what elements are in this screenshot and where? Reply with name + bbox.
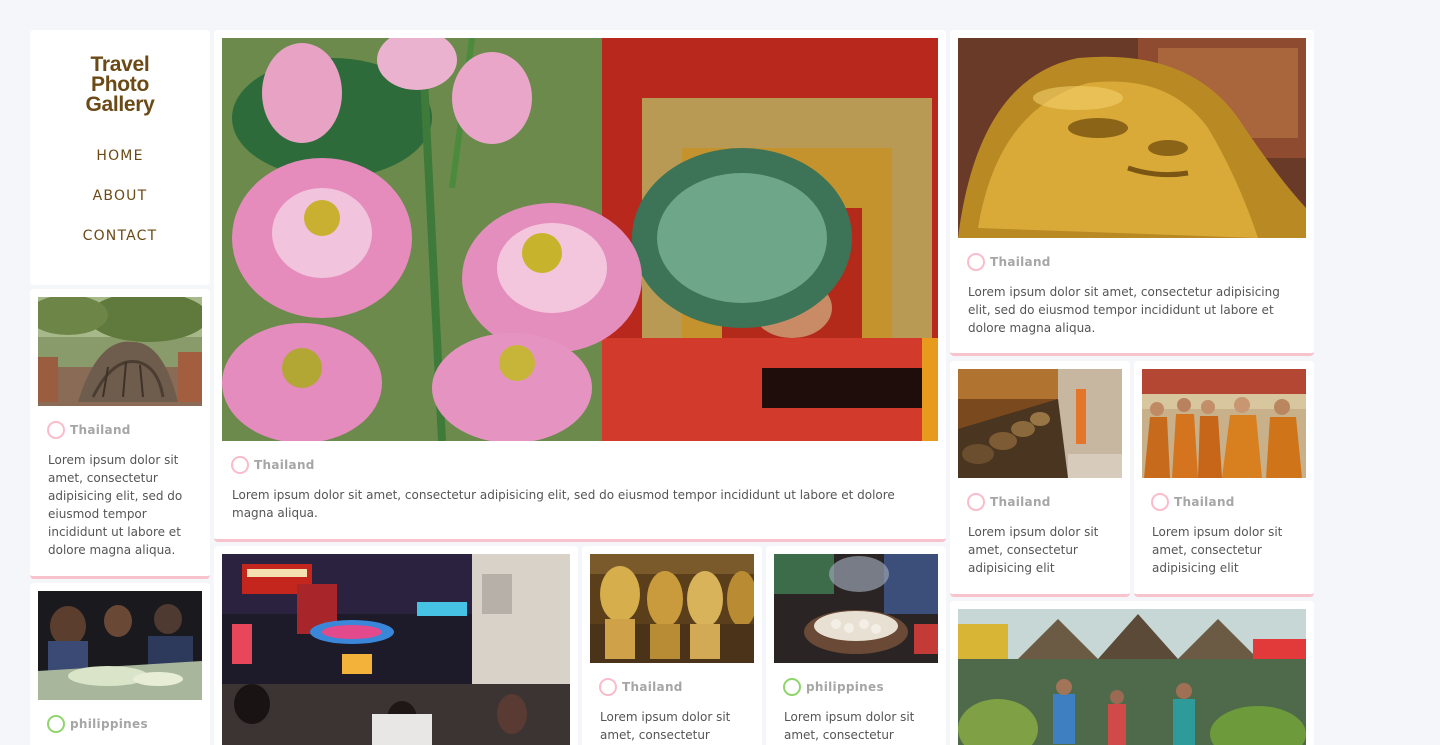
photo-monks[interactable] [1142,369,1306,478]
card-description: Lorem ipsum dolor sit amet, consectetur [600,710,731,742]
lotus-feature-image [222,38,938,441]
location-label: Thailand [70,423,131,437]
location-tag[interactable]: Thailand [967,493,1051,511]
photo-golden-statues[interactable] [590,554,754,663]
photo-night-street[interactable] [222,554,570,745]
photo-market[interactable] [958,609,1306,745]
photo-card-alms-bowls[interactable]: Thailand Lorem ipsum dolor sit amet, con… [950,361,1130,597]
location-tag[interactable]: philippines [47,715,148,733]
site-title[interactable]: Travel Photo Gallery [30,54,210,115]
location-ring-icon [231,456,249,474]
location-label: Thailand [990,255,1051,269]
photo-card-feast[interactable]: philippines [30,583,210,745]
tree-buddha-image [38,297,202,406]
photo-card-market[interactable] [950,601,1314,745]
photo-tree-buddha[interactable] [38,297,202,406]
location-ring-icon [783,678,801,696]
card-description: Lorem ipsum dolor sit amet, consectetur [784,710,915,742]
alms-bowls-image [958,369,1122,478]
photo-card-night-street[interactable] [214,546,578,745]
nav-home[interactable]: HOME [30,148,210,164]
golden-statues-image [590,554,754,663]
location-ring-icon [599,678,617,696]
location-label: Thailand [622,680,683,694]
location-ring-icon [1151,493,1169,511]
sidebar-nav-card: Travel Photo Gallery HOME ABOUT CONTACT [30,30,210,285]
night-street-image [222,554,570,745]
location-label: Thailand [1174,495,1235,509]
photo-alms-bowls[interactable] [958,369,1122,478]
photo-reclining-buddha[interactable] [958,38,1306,238]
location-ring-icon [47,715,65,733]
location-label: philippines [806,680,884,694]
location-tag[interactable]: Thailand [231,456,315,474]
photo-lotus-feature[interactable] [222,38,938,441]
location-ring-icon [47,421,65,439]
monks-image [1142,369,1306,478]
photo-card-tree-buddha[interactable]: Thailand Lorem ipsum dolor sit amet, con… [30,289,210,579]
photo-card-reclining-buddha[interactable]: Thailand Lorem ipsum dolor sit amet, con… [950,30,1314,356]
nav-contact[interactable]: CONTACT [30,228,210,244]
location-tag[interactable]: Thailand [1151,493,1235,511]
street-food-image [774,554,938,663]
photo-card-street-food[interactable]: philippines Lorem ipsum dolor sit amet, … [766,546,946,745]
location-tag[interactable]: Thailand [599,678,683,696]
location-tag[interactable]: Thailand [47,421,131,439]
photo-street-food[interactable] [774,554,938,663]
card-description: Lorem ipsum dolor sit amet, consectetur … [1152,525,1283,575]
card-description: Lorem ipsum dolor sit amet, consectetur … [232,488,895,520]
feast-image [38,591,202,700]
reclining-buddha-image [958,38,1306,238]
photo-feast[interactable] [38,591,202,700]
location-label: philippines [70,717,148,731]
market-image [958,609,1306,745]
location-ring-icon [967,493,985,511]
card-description: Lorem ipsum dolor sit amet, consectetur … [968,285,1280,335]
nav-about[interactable]: ABOUT [30,188,210,204]
card-description: Lorem ipsum dolor sit amet, consectetur … [968,525,1099,575]
location-label: Thailand [254,458,315,472]
location-tag[interactable]: Thailand [967,253,1051,271]
card-description: Lorem ipsum dolor sit amet, consectetur … [48,453,183,557]
location-label: Thailand [990,495,1051,509]
location-tag[interactable]: philippines [783,678,884,696]
location-ring-icon [967,253,985,271]
photo-card-golden-statues[interactable]: Thailand Lorem ipsum dolor sit amet, con… [582,546,762,745]
photo-card-monks[interactable]: Thailand Lorem ipsum dolor sit amet, con… [1134,361,1314,597]
photo-card-lotus-feature[interactable]: Thailand Lorem ipsum dolor sit amet, con… [214,30,946,542]
